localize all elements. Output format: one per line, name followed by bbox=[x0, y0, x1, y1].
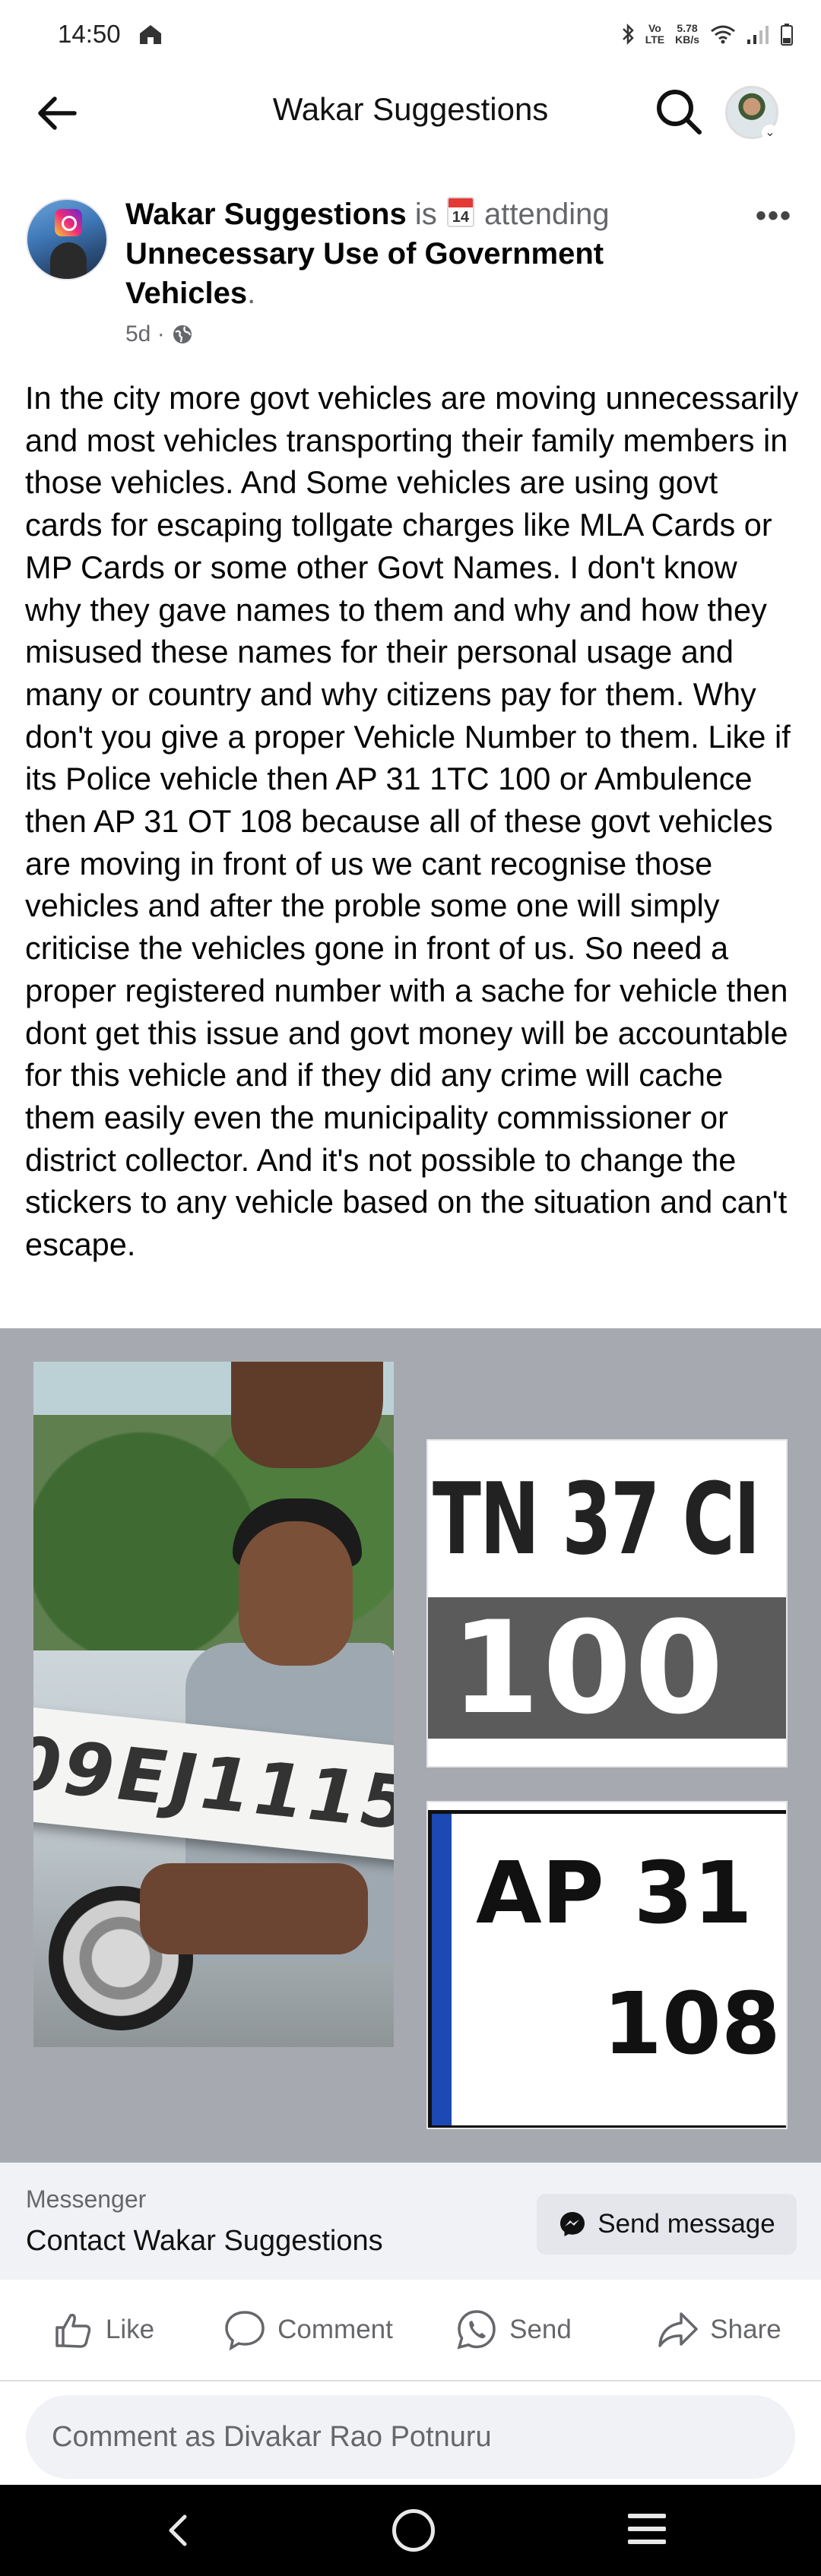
post-actions: Like Comment Send Share bbox=[0, 2280, 821, 2381]
left-plate-text: 09EJ1115 bbox=[33, 1720, 394, 1847]
home-status-icon bbox=[139, 25, 161, 44]
search-icon[interactable] bbox=[652, 85, 705, 138]
post-meta: Wakar Suggestions is 14 attending Unnece… bbox=[125, 195, 718, 313]
battery-icon bbox=[781, 24, 793, 46]
instagram-logo-icon bbox=[55, 209, 82, 236]
thumbs-up-icon bbox=[55, 2313, 91, 2348]
post-image-collage[interactable]: 09EJ1115 TN 37 CI 100 AP 31 ( 108 bbox=[0, 1328, 821, 2163]
bottom-plate-line2: 108 bbox=[603, 1975, 781, 2074]
nav-recents-icon[interactable] bbox=[628, 2514, 666, 2547]
like-label: Like bbox=[105, 2315, 155, 2344]
event-name-link[interactable]: Unnecessary Use of Government Vehicles bbox=[125, 237, 604, 310]
whatsapp-icon bbox=[457, 2310, 496, 2350]
verb-is: is bbox=[414, 198, 437, 231]
send-message-label: Send message bbox=[598, 2209, 775, 2239]
chevron-down-icon: ⌄ bbox=[762, 125, 778, 141]
send-label: Send bbox=[509, 2315, 572, 2344]
status-time: 14:50 bbox=[58, 20, 121, 48]
more-options-icon[interactable]: ••• bbox=[756, 201, 792, 231]
wifi-icon bbox=[711, 25, 735, 44]
comment-input[interactable]: Comment as Divakar Rao Potnuru bbox=[26, 2395, 795, 2479]
bluetooth-icon bbox=[622, 23, 634, 46]
share-label: Share bbox=[710, 2315, 781, 2344]
page-avatar[interactable] bbox=[26, 198, 108, 280]
messenger-icon bbox=[560, 2212, 585, 2236]
top-plate-line1: TN 37 CI bbox=[433, 1461, 760, 1577]
comment-button[interactable]: Comment bbox=[205, 2280, 410, 2380]
avatar-person-silhouette bbox=[50, 242, 87, 279]
post-header: Wakar Suggestions is 14 attending Unnece… bbox=[0, 195, 821, 362]
signal-icon bbox=[747, 26, 769, 44]
speed-unit: KB/s bbox=[675, 33, 699, 46]
back-arrow-icon[interactable] bbox=[32, 88, 82, 138]
author-name-link[interactable]: Wakar Suggestions bbox=[125, 198, 407, 231]
nav-home-icon[interactable] bbox=[392, 2509, 435, 2552]
system-nav-bar bbox=[0, 2485, 821, 2576]
comment-bubble-icon bbox=[225, 2311, 265, 2351]
post-body-text: In the city more govt vehicles are movin… bbox=[25, 380, 799, 1263]
photo-man-holding-plate[interactable]: 09EJ1115 bbox=[33, 1362, 394, 2047]
post-time-ago[interactable]: 5d · bbox=[125, 321, 165, 347]
nav-back-icon[interactable] bbox=[156, 2508, 201, 2553]
send-whatsapp-button[interactable]: Send bbox=[410, 2280, 616, 2380]
messenger-contact: Contact Wakar Suggestions bbox=[26, 2225, 383, 2257]
messenger-bar: Messenger Contact Wakar Suggestions Send… bbox=[0, 2163, 821, 2280]
like-button[interactable]: Like bbox=[0, 2280, 205, 2380]
volte-top: Vo bbox=[648, 22, 661, 34]
send-message-button[interactable]: Send message bbox=[537, 2194, 797, 2255]
calendar-icon: 14 bbox=[446, 197, 474, 227]
volte-indicator: Vo LTE bbox=[645, 23, 664, 46]
app-bar: Wakar Suggestions ⌄ bbox=[0, 68, 821, 157]
share-button[interactable]: Share bbox=[616, 2280, 821, 2380]
status-bar: 14:50 Vo LTE 5.78 KB/s bbox=[0, 0, 821, 68]
speed-value: 5.78 bbox=[677, 22, 698, 34]
police-plate-image[interactable]: TN 37 CI 100 bbox=[426, 1439, 788, 1767]
globe-icon bbox=[173, 325, 192, 343]
ambulance-plate-image[interactable]: AP 31 ( 108 bbox=[426, 1801, 788, 2129]
bottom-plate-line1: AP 31 ( bbox=[476, 1844, 788, 1943]
share-arrow-icon bbox=[658, 2312, 699, 2347]
plate-ind-strip bbox=[432, 1814, 452, 2125]
network-speed: 5.78 KB/s bbox=[675, 23, 699, 46]
post-timestamp-row: 5d · bbox=[125, 321, 194, 347]
verb-attending: attending bbox=[483, 198, 610, 231]
comment-placeholder: Comment as Divakar Rao Potnuru bbox=[52, 2420, 492, 2453]
volte-bottom: LTE bbox=[645, 33, 665, 46]
status-icons: Vo LTE 5.78 KB/s bbox=[621, 23, 794, 46]
messenger-label: Messenger bbox=[26, 2185, 147, 2213]
comment-label: Comment bbox=[277, 2315, 393, 2344]
top-plate-line2: 100 bbox=[451, 1593, 727, 1742]
event-suffix: . bbox=[247, 277, 256, 310]
calendar-day: 14 bbox=[452, 209, 469, 226]
